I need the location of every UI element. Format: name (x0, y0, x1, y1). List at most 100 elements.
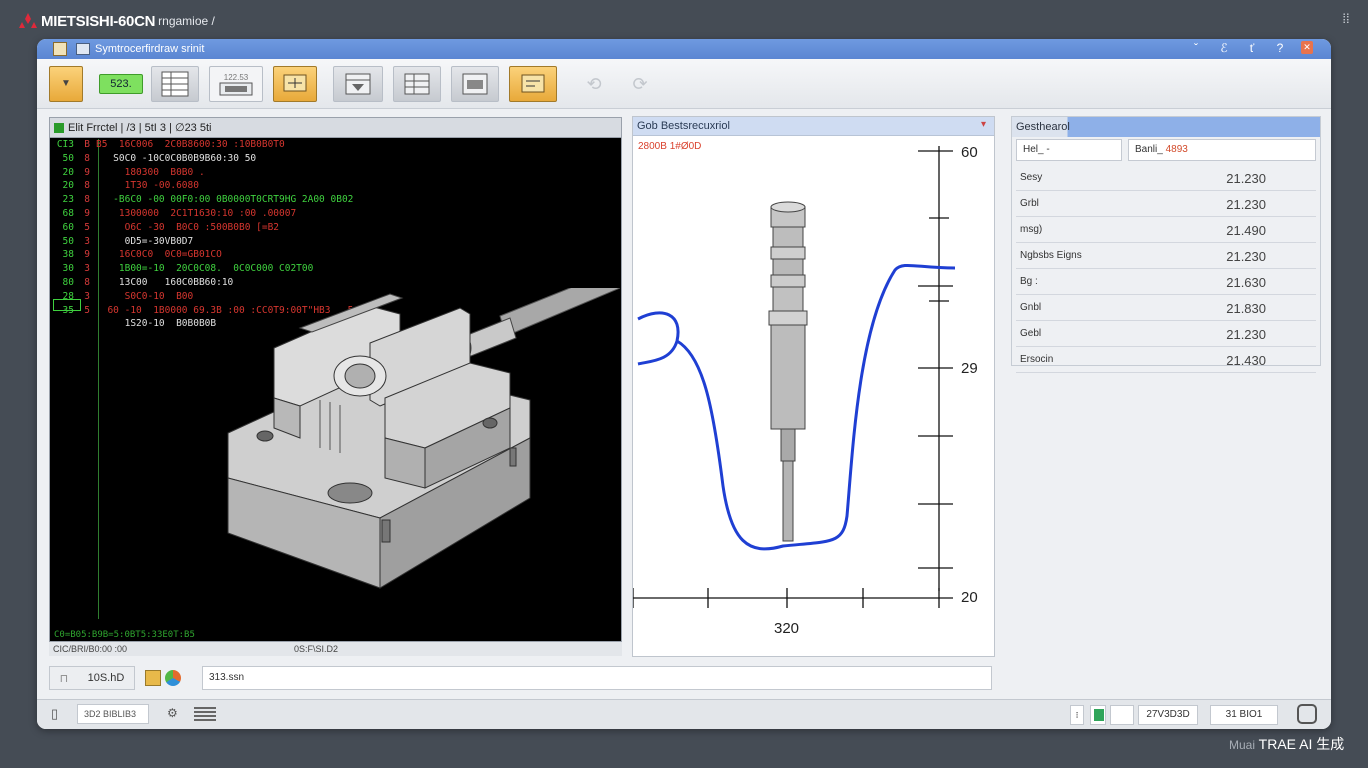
line-number: 38 (62, 249, 74, 261)
code-line[interactable]: 50 3 0D5=-30VB0D7 (50, 236, 623, 250)
parameter-row[interactable]: Ersocin 21.430 (1016, 347, 1316, 373)
calc-icon (521, 74, 545, 93)
code-text: 180300 B0B0 . (96, 166, 205, 178)
code-line[interactable]: 30 3 1B00=-10 20C0C08. 0C0C000 C02T00 (50, 263, 623, 277)
parameter-value-input[interactable]: Banli_ 4893 (1128, 139, 1316, 161)
profile-graph-panel: Gob Bestsrecuxriol ▾ 2800B 1#Ø0D 60 29 2… (632, 116, 995, 657)
minimize-button[interactable]: ť (1245, 41, 1259, 55)
parameter-name: Grbl (1020, 198, 1039, 209)
menu-icon[interactable]: ⁞⁞ (1338, 12, 1354, 26)
tool-button-2[interactable] (333, 66, 383, 102)
status-page-icon[interactable]: ▯ (51, 707, 65, 721)
parameter-row[interactable]: Gnbl 21.830 (1016, 295, 1316, 321)
parameter-name: Gebl (1020, 328, 1042, 339)
help-icon[interactable]: ℰ (1217, 41, 1231, 55)
status-spin-button[interactable]: ⁝ (1070, 705, 1084, 725)
line-number: 20 (62, 166, 74, 178)
line-number: 20 (62, 180, 74, 192)
parameter-name: Ersocin (1020, 354, 1054, 365)
block-number: 9 (84, 166, 90, 178)
parameter-row[interactable]: Bg : 21.630 (1016, 269, 1316, 295)
tool-button-4[interactable] (451, 66, 499, 102)
code-text: S0C0 -10C0C0B0B9B60:30 50 (96, 152, 257, 164)
command-input[interactable]: 313.ssn (202, 666, 992, 690)
parameter-name: msg) (1020, 224, 1043, 235)
parameter-row[interactable]: Ngbsbs Eigns 21.230 (1016, 243, 1316, 269)
dropdown-button[interactable]: ▼ (49, 66, 83, 102)
brand-name: MIETSISHI-60CN (41, 12, 156, 30)
logo-icon (19, 13, 37, 28)
line-number: 50 (62, 152, 74, 164)
brand-suffix: rngamioe / (158, 14, 215, 28)
code-line[interactable]: 50 8 S0C0 -10C0C0B0B9B60:30 50 (50, 153, 623, 167)
parameter-row[interactable]: Gebl 21.230 (1016, 321, 1316, 347)
parameter-value: 21.630 (1226, 275, 1266, 290)
coordinate-readout-1: 27V3D3D (1138, 705, 1198, 725)
status-battery-indicator (1090, 705, 1106, 725)
line-number: 30 (62, 263, 74, 275)
tool-button-1[interactable] (273, 66, 317, 102)
code-text: 1T30 -00.6080 (96, 180, 199, 192)
brand: MIETSISHI-60CN rngamioe / (18, 11, 215, 31)
parameter-table-panel: Gesthearol Hel_ - Banli_ 4893 Sesy 21.230… (1011, 116, 1321, 373)
table-view-button[interactable] (151, 66, 199, 102)
code-line[interactable]: 38 9 16C0C0 0C0=GB01CO (50, 249, 623, 263)
toolbar: ▼ 523. 122.53 ⟲ ⟳ (37, 59, 1331, 109)
code-line[interactable]: 23 8 -B6C0 -00 00F0:00 0B0000T0CRT9HG 2A0… (50, 194, 623, 208)
parameter-filter-input[interactable]: Hel_ - (1016, 139, 1122, 161)
tool-button-5[interactable] (509, 66, 557, 102)
parameter-name: Gnbl (1020, 302, 1042, 313)
grid-icon (404, 73, 430, 95)
line-number (50, 318, 74, 332)
parameter-value: 21.490 (1226, 223, 1266, 238)
code-line[interactable]: 20 8 1T30 -00.6080 (50, 180, 623, 194)
profile-graph[interactable]: 60 29 20 320 (633, 136, 994, 656)
parameter-name: Ngbsbs Eigns (1020, 250, 1082, 261)
gauge-button[interactable]: 122.53 (209, 66, 263, 102)
table-icon (161, 71, 189, 97)
maximize-button[interactable]: ? (1273, 41, 1287, 55)
block-number: 9 (84, 249, 90, 261)
parameter-row[interactable]: Sesy 21.230 (1016, 165, 1316, 191)
x-axis (633, 588, 953, 608)
parameter-value: 21.230 (1226, 327, 1266, 342)
code-text: 1B00=-10 20C0C08. 0C0C000 C02T00 (96, 263, 314, 275)
measure-icon (283, 74, 307, 92)
code-line[interactable]: 68 9 1300000 2C1T1630:10 :00 .00007 (50, 208, 623, 222)
parameter-row[interactable]: msg) 21.490 (1016, 217, 1316, 243)
status-settings-icon[interactable]: ⚙ (167, 706, 181, 722)
status-record-icon[interactable] (1297, 704, 1317, 724)
code-line[interactable]: 20 9 180300 B0B0 . (50, 167, 623, 181)
status-field[interactable]: 3D2 BIBLIB3 (77, 704, 149, 724)
command-bar: ⊓ 10S.hD 313.ssn (49, 666, 994, 692)
app-icon (53, 42, 67, 56)
footer-left: CIC/BRI/B0:00 :00 (53, 644, 128, 654)
tool-icon: ⊓ (59, 672, 69, 685)
graph-panel-header: Gob Bestsrecuxriol ▾ (633, 117, 994, 136)
code-text: 0D5=-30VB0D7 (96, 235, 194, 247)
color-wheel-icon[interactable] (165, 670, 181, 686)
status-blank-field[interactable] (1110, 705, 1134, 725)
collapse-icon[interactable]: ▾ (981, 119, 986, 130)
redo-button[interactable]: ⟳ (623, 66, 657, 102)
gauge-icon (219, 82, 253, 95)
tool-button-3[interactable] (393, 66, 441, 102)
status-list-icon[interactable] (194, 707, 216, 721)
folder-icon[interactable] (145, 670, 161, 686)
line-number: 80 (62, 276, 74, 288)
x-axis-label: 320 (774, 620, 799, 637)
code-line[interactable]: 60 5 O6C -30 B0C0 :500B0B0 [=B2 (50, 222, 623, 236)
undo-button[interactable]: ⟲ (577, 66, 611, 102)
command-run-button[interactable]: ⊓ 10S.hD (49, 666, 135, 690)
pin-icon[interactable]: ˇ (1189, 41, 1203, 55)
parameter-row[interactable]: Grbl 21.230 (1016, 191, 1316, 217)
part-3d-view[interactable] (170, 288, 620, 618)
line-number: 23 (62, 194, 74, 206)
close-button[interactable]: ✕ (1301, 41, 1313, 54)
mode-indicator-button[interactable]: 523. (99, 74, 143, 94)
code-line[interactable]: CI3 B B5 16C006 2C0B8600:30 :10B0B0T0 (50, 139, 623, 153)
code-panel-header: Elit Frrctel | /3 | 5tI 3 | ∅23 5ti (50, 118, 621, 138)
y-tick-bottom: 20 (961, 589, 978, 606)
window-title: Symtrocerfirdraw srinit (95, 43, 205, 55)
title-bar: Symtrocerfirdraw srinit ˇ ℰ ť ? ✕ (37, 39, 1331, 59)
